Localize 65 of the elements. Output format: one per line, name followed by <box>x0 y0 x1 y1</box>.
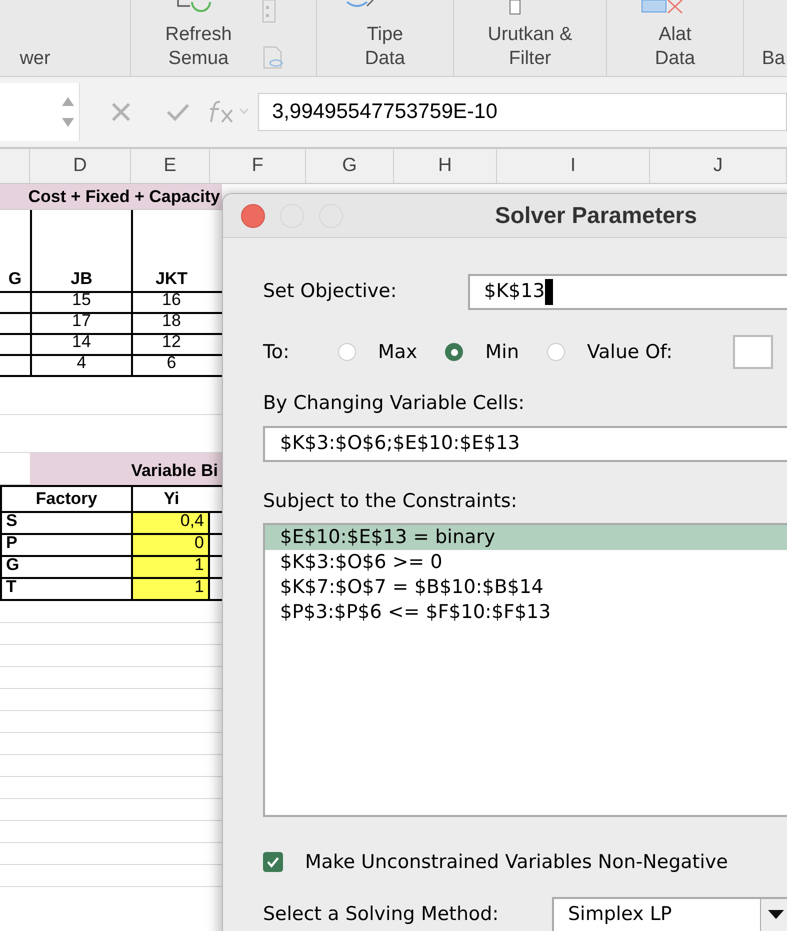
constraint-item[interactable]: $E$10:$E$13 = binary <box>265 525 787 550</box>
column-header-cell: JKT <box>131 210 210 293</box>
checkbox-label: Make Unconstrained Variables Non-Negative <box>305 850 728 875</box>
table-title: Variable Bi <box>131 460 218 482</box>
name-box[interactable] <box>0 83 80 141</box>
table-cell: 1 <box>131 557 210 577</box>
constraint-item[interactable]: $P$3:$P$6 <= $F$10:$F$13 <box>265 600 787 625</box>
objective-value: $K$13 <box>484 279 545 304</box>
method-label: Select a Solving Method: <box>263 902 500 928</box>
constraints-label: Subject to the Constraints: <box>263 488 518 514</box>
ribbon-button[interactable]: Tipe Data <box>364 23 406 71</box>
objective-field[interactable]: $K$13 <box>468 274 787 310</box>
table-cell: 17 <box>30 314 131 333</box>
column-header-cell: Factory <box>0 487 131 511</box>
ribbon-button[interactable]: wer <box>20 47 50 71</box>
table-cell: 15 <box>30 293 131 312</box>
table-cell: 6 <box>131 356 210 375</box>
table-cell: 16 <box>131 293 210 312</box>
method-select[interactable]: Simplex LP <box>552 896 787 931</box>
ribbon-button[interactable]: Alat Data <box>654 23 696 71</box>
radio-button[interactable] <box>338 343 356 361</box>
constraint-item[interactable]: $K$7:$O$7 = $B$10:$B$14 <box>265 575 787 600</box>
value-field[interactable] <box>732 335 773 369</box>
table-cell: 0,4 <box>131 513 210 533</box>
radio-button[interactable] <box>445 343 464 361</box>
table-cell: 1 <box>131 579 210 599</box>
sort-icon <box>509 0 521 16</box>
ribbon-button[interactable]: Urutkan & Filter <box>488 23 572 71</box>
formula-input[interactable]: 3,99495547753759E-10 <box>258 93 787 131</box>
radio-label: Min <box>485 340 519 365</box>
table-cell: 0 <box>131 535 210 555</box>
radio-label: Max <box>378 340 418 365</box>
column-header[interactable]: J <box>650 149 787 183</box>
changing-label: By Changing Variable Cells: <box>263 391 526 416</box>
radio-button[interactable] <box>547 343 565 361</box>
to-label: To: <box>263 340 290 365</box>
table-cell: 18 <box>131 314 210 333</box>
column-header[interactable]: H <box>394 149 497 183</box>
caret-icon <box>768 910 784 919</box>
column-header[interactable]: G <box>306 149 394 183</box>
table-cell: 14 <box>30 335 131 354</box>
constraint-item[interactable]: $K$3:$O$6 >= 0 <box>265 550 787 575</box>
column-header-cell: Yi <box>131 487 210 511</box>
cancel-icon[interactable] <box>110 101 132 123</box>
column-header[interactable]: E <box>131 149 210 183</box>
check-icon[interactable] <box>166 102 190 122</box>
check-icon <box>266 856 280 868</box>
column-header[interactable]: D <box>30 149 131 183</box>
changing-field[interactable]: $K$3:$O$6;$E$10:$E$13 <box>263 426 787 462</box>
table-title: Cost + Fixed + Capacity <box>28 186 220 208</box>
checkbox[interactable] <box>263 852 283 872</box>
objective-label: Set Objective: <box>263 279 398 304</box>
column-header-cell-text: G <box>7 268 23 290</box>
column-header-cell: JB <box>30 210 131 293</box>
column-header[interactable]: I <box>497 149 650 183</box>
list-icon <box>262 0 276 24</box>
table-cell: 4 <box>30 356 131 375</box>
table-cell: 12 <box>131 335 210 354</box>
close-icon[interactable] <box>241 204 265 228</box>
text-cursor <box>544 278 553 304</box>
ribbon-button[interactable]: Refresh Semua <box>165 23 232 71</box>
radio-label: Value Of: <box>587 340 673 365</box>
dialog-title: Solver Parameters <box>495 201 698 230</box>
ribbon-button[interactable]: Ba <box>762 47 786 71</box>
column-header[interactable]: F <box>210 149 306 183</box>
